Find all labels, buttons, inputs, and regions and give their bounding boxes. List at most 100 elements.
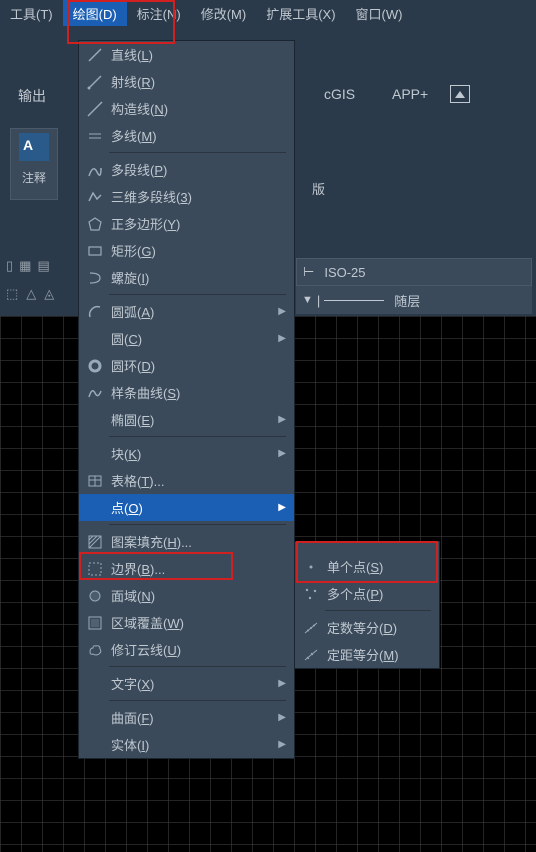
draw-menu-item[interactable]: 多段线(P) bbox=[79, 156, 294, 183]
menu-draw[interactable]: 绘图(D) bbox=[63, 0, 127, 27]
draw-menu-item[interactable]: 边界(B)... bbox=[79, 555, 294, 582]
draw-menu-item[interactable]: 修订云线(U) bbox=[79, 636, 294, 663]
point-submenu-item[interactable]: 定距等分(M) bbox=[295, 641, 439, 668]
menu-item-label: 螺旋(I) bbox=[111, 268, 286, 287]
menu-item-label: 文字(X) bbox=[111, 674, 278, 693]
toolbar-row-1: ▯ ▦ ▤ bbox=[0, 258, 80, 284]
arc-icon bbox=[85, 304, 105, 320]
draw-menu-item[interactable]: 文字(X)▶ bbox=[79, 670, 294, 697]
draw-menu-item[interactable]: 矩形(G) bbox=[79, 237, 294, 264]
point-icon bbox=[301, 559, 321, 575]
iso-dropdown[interactable]: ⊢ ISO-25 bbox=[296, 258, 532, 286]
annotation-icon bbox=[19, 133, 49, 161]
measure-icon bbox=[301, 647, 321, 663]
draw-menu-item[interactable]: 圆环(D) bbox=[79, 352, 294, 379]
tool-icon[interactable]: △ bbox=[26, 286, 36, 312]
draw-menu-item[interactable]: 多线(M) bbox=[79, 122, 294, 149]
submenu-arrow-icon: ▶ bbox=[278, 306, 286, 317]
menu-item-label: 样条曲线(S) bbox=[111, 383, 286, 402]
picture-icon[interactable] bbox=[450, 85, 470, 103]
menu-separator bbox=[109, 524, 286, 525]
menu-item-label: 多线(M) bbox=[111, 126, 286, 145]
menu-item-label: 圆弧(A) bbox=[111, 302, 278, 321]
draw-menu-item[interactable]: 面域(N) bbox=[79, 582, 294, 609]
menu-item-label: 单个点(S) bbox=[327, 557, 431, 576]
draw-menu-item[interactable]: 椭圆(E)▶ bbox=[79, 406, 294, 433]
ray-icon bbox=[85, 74, 105, 90]
menu-item-label: 实体(I) bbox=[111, 735, 278, 754]
menu-item-label: 矩形(G) bbox=[111, 241, 286, 260]
menu-item-label: 修订云线(U) bbox=[111, 640, 286, 659]
menu-item-label: 区域覆盖(W) bbox=[111, 613, 286, 632]
tool-icon[interactable]: ▦ bbox=[19, 258, 31, 284]
menu-item-label: 面域(N) bbox=[111, 586, 286, 605]
draw-menu-item[interactable]: 圆(C)▶ bbox=[79, 325, 294, 352]
draw-menu-item[interactable]: 直线(L) bbox=[79, 41, 294, 68]
point-submenu-item[interactable]: 多个点(P) bbox=[295, 580, 439, 607]
tool-icon[interactable]: ⬚ bbox=[6, 286, 18, 312]
menu-item-label: 多个点(P) bbox=[327, 584, 431, 603]
draw-menu-item[interactable]: 表格(T)... bbox=[79, 467, 294, 494]
point-submenu-item[interactable]: 单个点(S) bbox=[295, 553, 439, 580]
menu-item-label: 射线(R) bbox=[111, 72, 286, 91]
menu-item-label: 正多边形(Y) bbox=[111, 214, 286, 233]
ban-label: 版 bbox=[312, 179, 325, 198]
rect-icon bbox=[85, 243, 105, 259]
menu-separator bbox=[325, 610, 431, 611]
3dpline-icon bbox=[85, 189, 105, 205]
draw-menu-item[interactable]: 实体(I)▶ bbox=[79, 731, 294, 758]
draw-menu-item[interactable]: 区域覆盖(W) bbox=[79, 609, 294, 636]
menu-item-label: 定距等分(M) bbox=[327, 645, 431, 664]
draw-menu-item[interactable]: 块(K)▶ bbox=[79, 440, 294, 467]
tool-icon[interactable]: ▯ bbox=[6, 258, 13, 284]
submenu-arrow-icon: ▶ bbox=[278, 448, 286, 459]
draw-menu-item[interactable]: 圆弧(A)▶ bbox=[79, 298, 294, 325]
draw-menu-item[interactable]: 螺旋(I) bbox=[79, 264, 294, 291]
draw-menu-item[interactable]: 点(O)▶ bbox=[79, 494, 294, 521]
menu-window[interactable]: 窗口(W) bbox=[346, 0, 413, 27]
angle-icon: ⊢ bbox=[303, 264, 314, 280]
draw-menu-item[interactable]: 样条曲线(S) bbox=[79, 379, 294, 406]
polygon-icon bbox=[85, 216, 105, 232]
hatch-icon bbox=[85, 534, 105, 550]
menu-extra[interactable]: 扩展工具(X) bbox=[256, 0, 345, 27]
draw-menu-item[interactable]: 三维多段线(3) bbox=[79, 183, 294, 210]
tool-icon[interactable]: ▤ bbox=[37, 258, 49, 284]
iso-value: ISO-25 bbox=[324, 265, 365, 280]
menu-separator bbox=[109, 436, 286, 437]
menu-item-label: 边界(B)... bbox=[111, 559, 286, 578]
draw-menu-item[interactable]: 曲面(F)▶ bbox=[79, 704, 294, 731]
layer-dropdown[interactable]: ▼ | 随层 bbox=[296, 286, 532, 314]
dropdown-arrow-icon: ▼ bbox=[302, 294, 313, 306]
menu-item-label: 图案填充(H)... bbox=[111, 532, 286, 551]
tool-icon[interactable]: ◬ bbox=[44, 286, 54, 312]
annotation-label: 注释 bbox=[22, 169, 46, 186]
draw-menu-item[interactable]: 构造线(N) bbox=[79, 95, 294, 122]
spline-icon bbox=[85, 385, 105, 401]
menu-tools[interactable]: 工具(T) bbox=[0, 0, 63, 27]
divide-icon bbox=[301, 620, 321, 636]
submenu-arrow-icon: ▶ bbox=[278, 678, 286, 689]
app-tab[interactable]: APP+ bbox=[392, 86, 428, 102]
point-submenu-item[interactable]: 定数等分(D) bbox=[295, 614, 439, 641]
mline-icon bbox=[85, 128, 105, 144]
revcloud-icon bbox=[85, 642, 105, 658]
menu-item-label: 椭圆(E) bbox=[111, 410, 278, 429]
menu-separator bbox=[109, 294, 286, 295]
draw-menu-item[interactable]: 射线(R) bbox=[79, 68, 294, 95]
menu-item-label: 三维多段线(3) bbox=[111, 187, 286, 206]
xline-icon bbox=[85, 101, 105, 117]
submenu-arrow-icon: ▶ bbox=[278, 333, 286, 344]
menu-item-label: 圆(C) bbox=[111, 329, 278, 348]
output-tab[interactable]: 输出 bbox=[18, 86, 46, 106]
menu-item-label: 直线(L) bbox=[111, 45, 286, 64]
draw-menu-item[interactable]: 图案填充(H)... bbox=[79, 528, 294, 555]
cgis-tab[interactable]: cGIS bbox=[324, 86, 355, 102]
menu-item-label: 定数等分(D) bbox=[327, 618, 431, 637]
menu-modify[interactable]: 修改(M) bbox=[191, 0, 257, 27]
menu-annotate[interactable]: 标注(N) bbox=[127, 0, 191, 27]
donut-icon bbox=[85, 358, 105, 374]
annotation-panel[interactable]: 注释 bbox=[10, 128, 58, 200]
draw-menu-item[interactable]: 正多边形(Y) bbox=[79, 210, 294, 237]
divider: | bbox=[317, 293, 320, 308]
